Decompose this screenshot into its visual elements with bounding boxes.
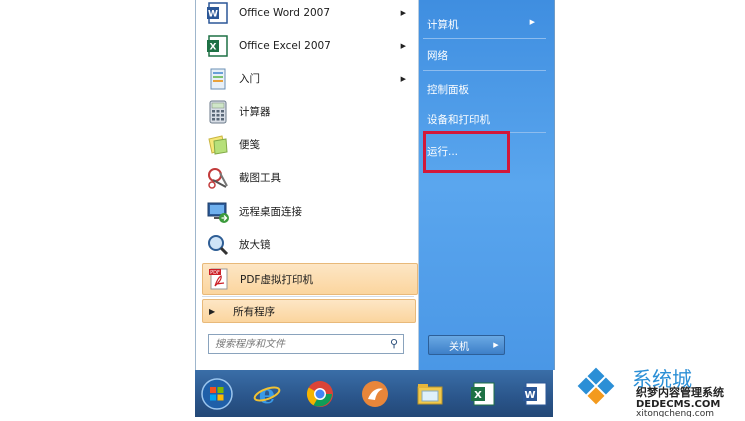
expand-arrow-icon: ▶: [209, 306, 216, 316]
menu-item-control-panel[interactable]: 控制面板: [427, 82, 469, 97]
menu-item-label: 计算机: [427, 19, 459, 31]
program-sticky-notes[interactable]: 便笺: [202, 129, 416, 160]
program-snipping-tool[interactable]: 截图工具: [202, 162, 416, 193]
svg-text:X: X: [210, 42, 217, 52]
separator: [202, 296, 414, 297]
program-remote-desktop[interactable]: 远程桌面连接: [202, 196, 416, 227]
menu-item-devices-printers[interactable]: 设备和打印机: [427, 112, 490, 127]
highlight-box: [423, 131, 510, 173]
search-icon[interactable]: ⚲: [390, 337, 398, 350]
svg-text:W: W: [208, 9, 218, 19]
sticky-notes-icon: [205, 132, 231, 158]
word-icon: W: [205, 0, 231, 26]
search-box[interactable]: ⚲: [208, 334, 404, 354]
search-input[interactable]: [209, 337, 387, 351]
app-icon[interactable]: [355, 375, 395, 413]
svg-text:X: X: [474, 390, 482, 401]
program-label: 截图工具: [239, 172, 281, 184]
calculator-icon: [205, 99, 231, 125]
submenu-arrow-icon: ▶: [400, 8, 406, 17]
snipping-tool-icon: [205, 165, 231, 191]
svg-text:e: e: [259, 380, 276, 409]
menu-item-network[interactable]: 网络: [427, 48, 448, 63]
program-getting-started[interactable]: 入门 ▶: [202, 63, 416, 94]
watermark-line1: 织梦内容管理系统: [636, 385, 724, 399]
submenu-arrow-icon: ▶: [400, 41, 406, 50]
program-label: 入门: [239, 73, 260, 85]
svg-text:W: W: [524, 390, 535, 401]
submenu-arrow-icon: ▶: [400, 74, 406, 83]
taskbar: e X W: [195, 370, 553, 417]
svg-text:PDF: PDF: [210, 270, 220, 276]
watermark-line3: xitongcheng.com: [636, 409, 714, 417]
file-explorer-icon[interactable]: [410, 375, 450, 413]
submenu-arrow-icon: ▶: [529, 18, 535, 26]
start-orb-icon[interactable]: [197, 375, 237, 413]
program-label: 远程桌面连接: [239, 206, 302, 218]
program-magnifier[interactable]: 放大镜: [202, 229, 416, 260]
all-programs-label: 所有程序: [233, 305, 276, 318]
program-label: 计算器: [239, 106, 271, 118]
pdf-printer-icon: PDF: [206, 266, 232, 292]
programs-pane: W Office Word 2007 ▶ X Office Excel 2007…: [196, 0, 419, 370]
program-label: Office Excel 2007: [239, 39, 331, 52]
remote-desktop-icon: [205, 199, 231, 225]
program-calculator[interactable]: 计算器: [202, 96, 416, 127]
program-office-word[interactable]: W Office Word 2007 ▶: [202, 0, 416, 28]
program-pdf-printer[interactable]: PDF PDF虚拟打印机: [202, 263, 418, 295]
separator: [423, 70, 546, 71]
program-label: 放大镜: [239, 239, 271, 251]
all-programs-button[interactable]: ▶ 所有程序: [202, 299, 416, 323]
separator: [423, 38, 546, 39]
program-label: Office Word 2007: [239, 6, 331, 19]
program-label: 便笺: [239, 139, 260, 151]
word-icon[interactable]: W: [515, 375, 555, 413]
menu-item-computer[interactable]: 计算机 ▶: [427, 17, 547, 32]
magnifier-icon: [205, 232, 231, 258]
places-pane: 计算机 ▶ 网络 控制面板 设备和打印机 运行...: [419, 0, 554, 370]
watermark: 系统城 织梦内容管理系统 DEDECMS.COM xitongcheng.com: [570, 360, 745, 419]
shutdown-options-button[interactable]: ▶: [488, 335, 505, 355]
shutdown-button[interactable]: 关机: [428, 335, 490, 355]
getting-started-icon: [205, 66, 231, 92]
excel-icon[interactable]: X: [463, 375, 503, 413]
chrome-icon[interactable]: [300, 375, 340, 413]
program-office-excel[interactable]: X Office Excel 2007 ▶: [202, 30, 416, 61]
program-label: PDF虚拟打印机: [240, 273, 313, 286]
start-menu: W Office Word 2007 ▶ X Office Excel 2007…: [195, 0, 555, 370]
excel-icon: X: [205, 33, 231, 59]
internet-explorer-icon[interactable]: e: [247, 375, 287, 413]
